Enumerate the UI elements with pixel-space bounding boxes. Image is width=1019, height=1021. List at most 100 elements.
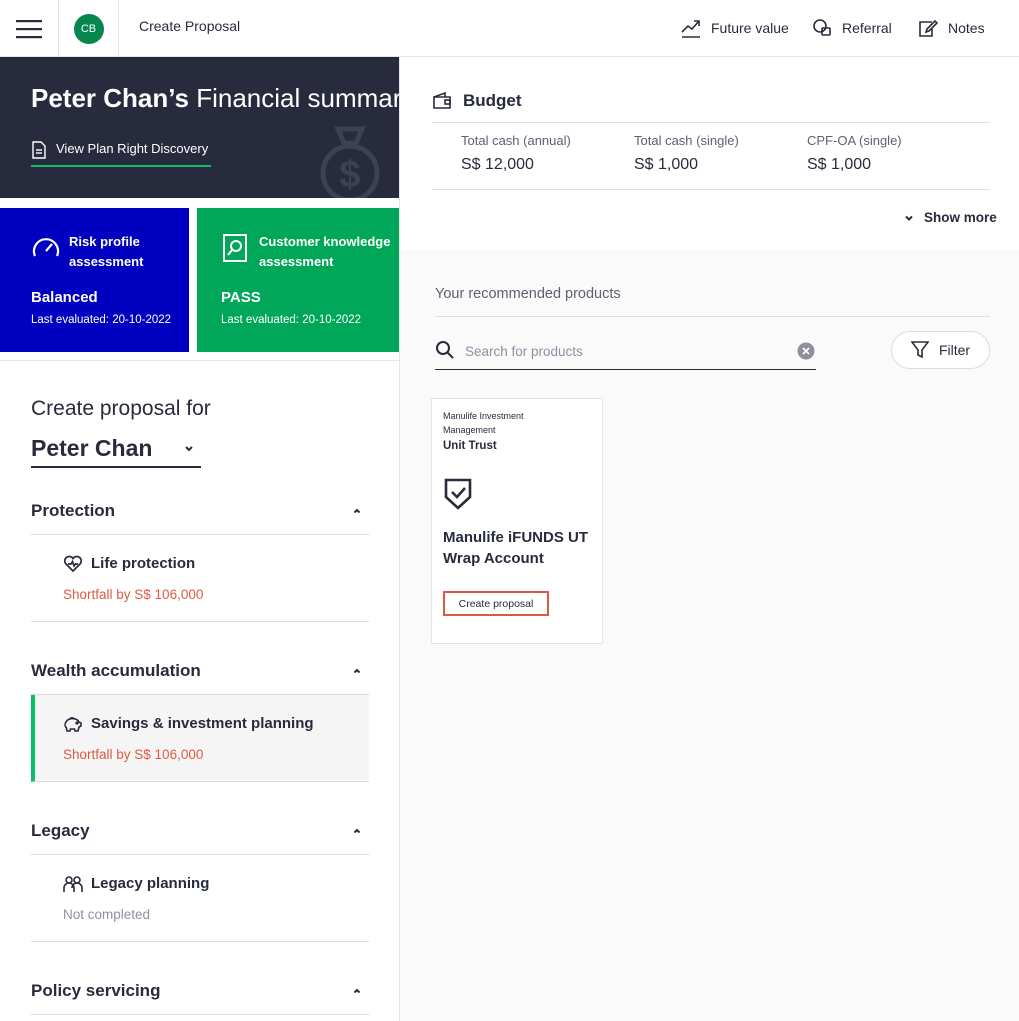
chevron-down-icon <box>185 445 193 451</box>
page-title: Create Proposal <box>139 18 241 34</box>
view-plan-right-discovery-link[interactable]: View Plan Right Discovery <box>31 141 212 167</box>
budget-label: Total cash (single) <box>634 133 739 148</box>
client-select-value: Peter Chan <box>31 435 153 461</box>
divider <box>432 189 990 190</box>
category-protection: Protection Life protection Shortfall by … <box>31 487 369 622</box>
customer-knowledge-header: Customer knowledge assessment <box>197 232 399 272</box>
item-label: Savings & investment planning <box>91 715 314 732</box>
item-status: Shortfall by S$ 106,000 <box>63 747 204 762</box>
shield-check-icon <box>444 478 472 510</box>
product-type: Unit Trust <box>443 440 497 452</box>
category-title: Wealth accumulation <box>31 660 201 680</box>
search-input[interactable] <box>465 339 785 363</box>
notes-button[interactable]: Notes <box>918 16 985 40</box>
menu-button[interactable] <box>0 0 59 57</box>
budget-value: S$ 12,000 <box>461 156 534 173</box>
budget-title-text: Budget <box>463 91 522 110</box>
referral-label: Referral <box>842 20 892 36</box>
avatar[interactable]: CB <box>73 13 104 44</box>
budget-value: S$ 1,000 <box>807 156 872 173</box>
life-protection-item[interactable]: Life protection Shortfall by S$ 106,000 <box>31 535 369 622</box>
budget-panel: Budget Total cash (annual) S$ 12,000 Tot… <box>400 57 1019 249</box>
piggy-bank-icon <box>64 717 82 732</box>
budget-label: CPF-OA (single) <box>807 133 902 148</box>
product-card[interactable]: Manulife Investment Management Unit Trus… <box>431 398 603 644</box>
budget-cpf-oa-single: CPF-OA (single) S$ 1,000 <box>807 133 902 174</box>
filter-button[interactable]: Filter <box>891 331 990 369</box>
heart-icon <box>63 555 83 573</box>
divider <box>435 316 990 317</box>
clear-icon[interactable] <box>797 342 815 360</box>
future-value-label: Future value <box>711 20 789 36</box>
svg-text:$: $ <box>339 154 360 196</box>
hamburger-icon <box>16 19 42 38</box>
create-proposal-for-label: Create proposal for <box>31 397 211 420</box>
chevron-up-icon <box>353 508 361 513</box>
category-title: Protection <box>31 500 116 520</box>
category-wealth-accumulation: Wealth accumulation Savings & investment… <box>31 647 369 782</box>
risk-profile-date: Last evaluated: 20-10-2022 <box>31 314 172 326</box>
budget-total-cash-annual: Total cash (annual) S$ 12,000 <box>461 133 571 174</box>
search-icon <box>436 341 454 359</box>
top-bar: CB Create Proposal Future value Referral… <box>0 0 1019 57</box>
chevron-up-icon <box>353 828 361 833</box>
recommended-products-heading: Your recommended products <box>435 286 621 302</box>
chevron-up-icon <box>353 668 361 673</box>
financial-summary-banner: Peter Chan’s Financial summary View Plan… <box>0 57 399 198</box>
risk-profile-card[interactable]: Risk profile assessment Balanced Last ev… <box>0 208 189 352</box>
legacy-planning-item[interactable]: Legacy planning Not completed <box>31 855 369 942</box>
chevron-up-icon <box>353 988 361 993</box>
item-label: Life protection <box>91 555 196 572</box>
budget-value: S$ 1,000 <box>634 156 699 173</box>
proposal-sidebar: Create proposal for Peter Chan Protectio… <box>0 360 399 1021</box>
category-header-protection[interactable]: Protection <box>31 487 369 535</box>
money-bag-icon: $ <box>320 126 380 198</box>
trend-up-icon <box>681 20 700 38</box>
savings-investment-item[interactable]: Savings & investment planning Shortfall … <box>31 695 369 782</box>
category-title: Policy servicing <box>31 980 161 1000</box>
filter-icon <box>910 341 929 359</box>
wallet-icon <box>433 92 451 109</box>
notes-label: Notes <box>948 20 985 36</box>
show-more-button[interactable]: Show more <box>904 210 997 225</box>
product-name: Manulife iFUNDS UT Wrap Account <box>443 529 588 567</box>
budget-total-cash-single: Total cash (single) S$ 1,000 <box>634 133 739 174</box>
notes-icon <box>919 19 938 37</box>
budget-label: Total cash (annual) <box>461 133 571 148</box>
avatar-cell[interactable]: CB <box>59 0 119 57</box>
view-link-label: View Plan Right Discovery <box>56 141 209 156</box>
risk-profile-header: Risk profile assessment <box>0 232 189 272</box>
category-header-policy-servicing[interactable]: Policy servicing <box>31 967 369 1015</box>
filter-label: Filter <box>938 342 971 358</box>
referral-button[interactable]: Referral <box>812 16 892 40</box>
show-more-label: Show more <box>924 210 997 225</box>
recommended-products-panel: Your recommended products Filter Manulif… <box>400 249 1019 1021</box>
chevron-down-icon <box>905 215 913 221</box>
document-search-icon <box>223 234 247 262</box>
category-header-wealth[interactable]: Wealth accumulation <box>31 647 369 695</box>
customer-knowledge-title: Customer knowledge assessment <box>259 234 391 269</box>
item-status: Not completed <box>63 907 151 922</box>
product-provider: Manulife Investment Management <box>443 411 524 435</box>
client-select[interactable]: Peter Chan <box>31 431 201 468</box>
summary-title: Peter Chan’s Financial summary <box>31 83 399 114</box>
item-label: Legacy planning <box>91 875 210 892</box>
divider <box>432 122 990 123</box>
summary-title-text: Financial summary <box>196 83 399 113</box>
referral-icon <box>813 19 831 36</box>
category-legacy: Legacy Legacy planning Not completed <box>31 807 369 942</box>
risk-profile-value: Balanced <box>31 289 98 306</box>
customer-knowledge-card[interactable]: Customer knowledge assessment PASS Last … <box>197 208 399 352</box>
category-title: Legacy <box>31 820 90 840</box>
speedometer-icon <box>32 238 60 257</box>
create-proposal-button[interactable]: Create proposal <box>443 591 549 616</box>
family-icon <box>63 876 83 892</box>
category-policy-servicing: Policy servicing <box>31 967 369 1015</box>
future-value-button[interactable]: Future value <box>681 16 789 40</box>
item-status: Shortfall by S$ 106,000 <box>63 587 204 602</box>
customer-knowledge-date: Last evaluated: 20-10-2022 <box>221 314 362 326</box>
category-header-legacy[interactable]: Legacy <box>31 807 369 855</box>
client-name: Peter Chan’s <box>31 83 189 113</box>
budget-title: Budget <box>432 91 522 111</box>
risk-profile-title: Risk profile assessment <box>69 234 144 269</box>
